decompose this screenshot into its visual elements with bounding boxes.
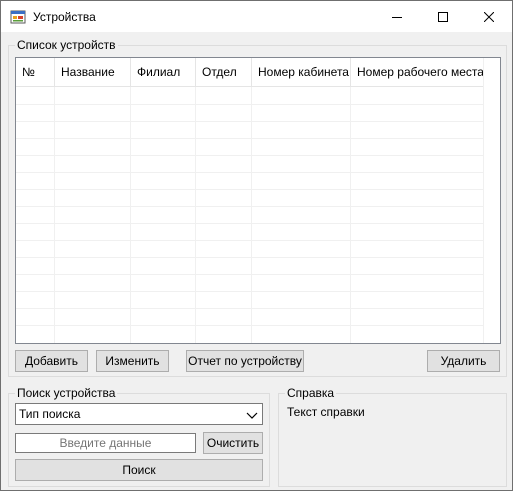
search-type-selected: Тип поиска bbox=[19, 407, 81, 421]
search-groupbox-caption: Поиск устройства bbox=[15, 386, 118, 400]
help-groupbox-caption: Справка bbox=[285, 386, 337, 400]
minimize-button[interactable] bbox=[374, 1, 420, 32]
table-row-line bbox=[16, 138, 484, 139]
app-form-icon bbox=[10, 9, 26, 25]
maximize-button[interactable] bbox=[420, 1, 466, 32]
column-divider bbox=[350, 87, 351, 343]
search-input[interactable] bbox=[15, 433, 196, 453]
table-body bbox=[16, 87, 484, 343]
table-row-line bbox=[16, 291, 484, 292]
close-button[interactable] bbox=[466, 1, 512, 32]
table-scroll-area[interactable] bbox=[483, 58, 500, 343]
search-type-dropdown[interactable]: Тип поиска bbox=[15, 403, 263, 425]
column-header-number[interactable]: № bbox=[16, 58, 55, 87]
table-row-line bbox=[16, 121, 484, 122]
column-divider bbox=[251, 87, 252, 343]
device-report-button[interactable]: Отчет по устройству bbox=[186, 350, 304, 372]
table-row-line bbox=[16, 172, 484, 173]
table-header: № Название Филиал Отдел Номер кабинета Н… bbox=[16, 58, 500, 87]
table-row-line bbox=[16, 240, 484, 241]
minimize-icon bbox=[392, 16, 402, 18]
table-row-line bbox=[16, 155, 484, 156]
table-row-line bbox=[16, 104, 484, 105]
column-header-department[interactable]: Отдел bbox=[196, 58, 252, 87]
search-button[interactable]: Поиск bbox=[15, 459, 263, 481]
help-text: Текст справки bbox=[287, 405, 365, 419]
table-row-line bbox=[16, 189, 484, 190]
table-row-line bbox=[16, 257, 484, 258]
column-header-name[interactable]: Название bbox=[55, 58, 131, 87]
maximize-icon bbox=[438, 11, 448, 22]
column-divider bbox=[54, 87, 55, 343]
column-header-room-number[interactable]: Номер кабинета bbox=[252, 58, 351, 87]
column-divider bbox=[195, 87, 196, 343]
column-header-workplace-number[interactable]: Номер рабочего места bbox=[351, 58, 484, 87]
table-row-line bbox=[16, 223, 484, 224]
clear-button[interactable]: Очистить bbox=[203, 432, 263, 454]
table-row-line bbox=[16, 308, 484, 309]
window-title: Устройства bbox=[33, 10, 96, 24]
chevron-down-icon bbox=[246, 409, 258, 419]
devices-window: Устройства Список устройств № Название Ф… bbox=[0, 0, 513, 491]
devices-groupbox-caption: Список устройств bbox=[15, 38, 118, 52]
add-button[interactable]: Добавить bbox=[15, 350, 88, 372]
table-row-line bbox=[16, 206, 484, 207]
close-icon bbox=[484, 11, 494, 22]
column-header-branch[interactable]: Филиал bbox=[131, 58, 196, 87]
title-bar[interactable]: Устройства bbox=[1, 1, 512, 32]
column-divider bbox=[130, 87, 131, 343]
devices-table[interactable]: № Название Филиал Отдел Номер кабинета Н… bbox=[15, 57, 501, 344]
table-row-line bbox=[16, 325, 484, 326]
table-row-line bbox=[16, 274, 484, 275]
delete-button[interactable]: Удалить bbox=[427, 350, 500, 372]
edit-button[interactable]: Изменить bbox=[96, 350, 169, 372]
